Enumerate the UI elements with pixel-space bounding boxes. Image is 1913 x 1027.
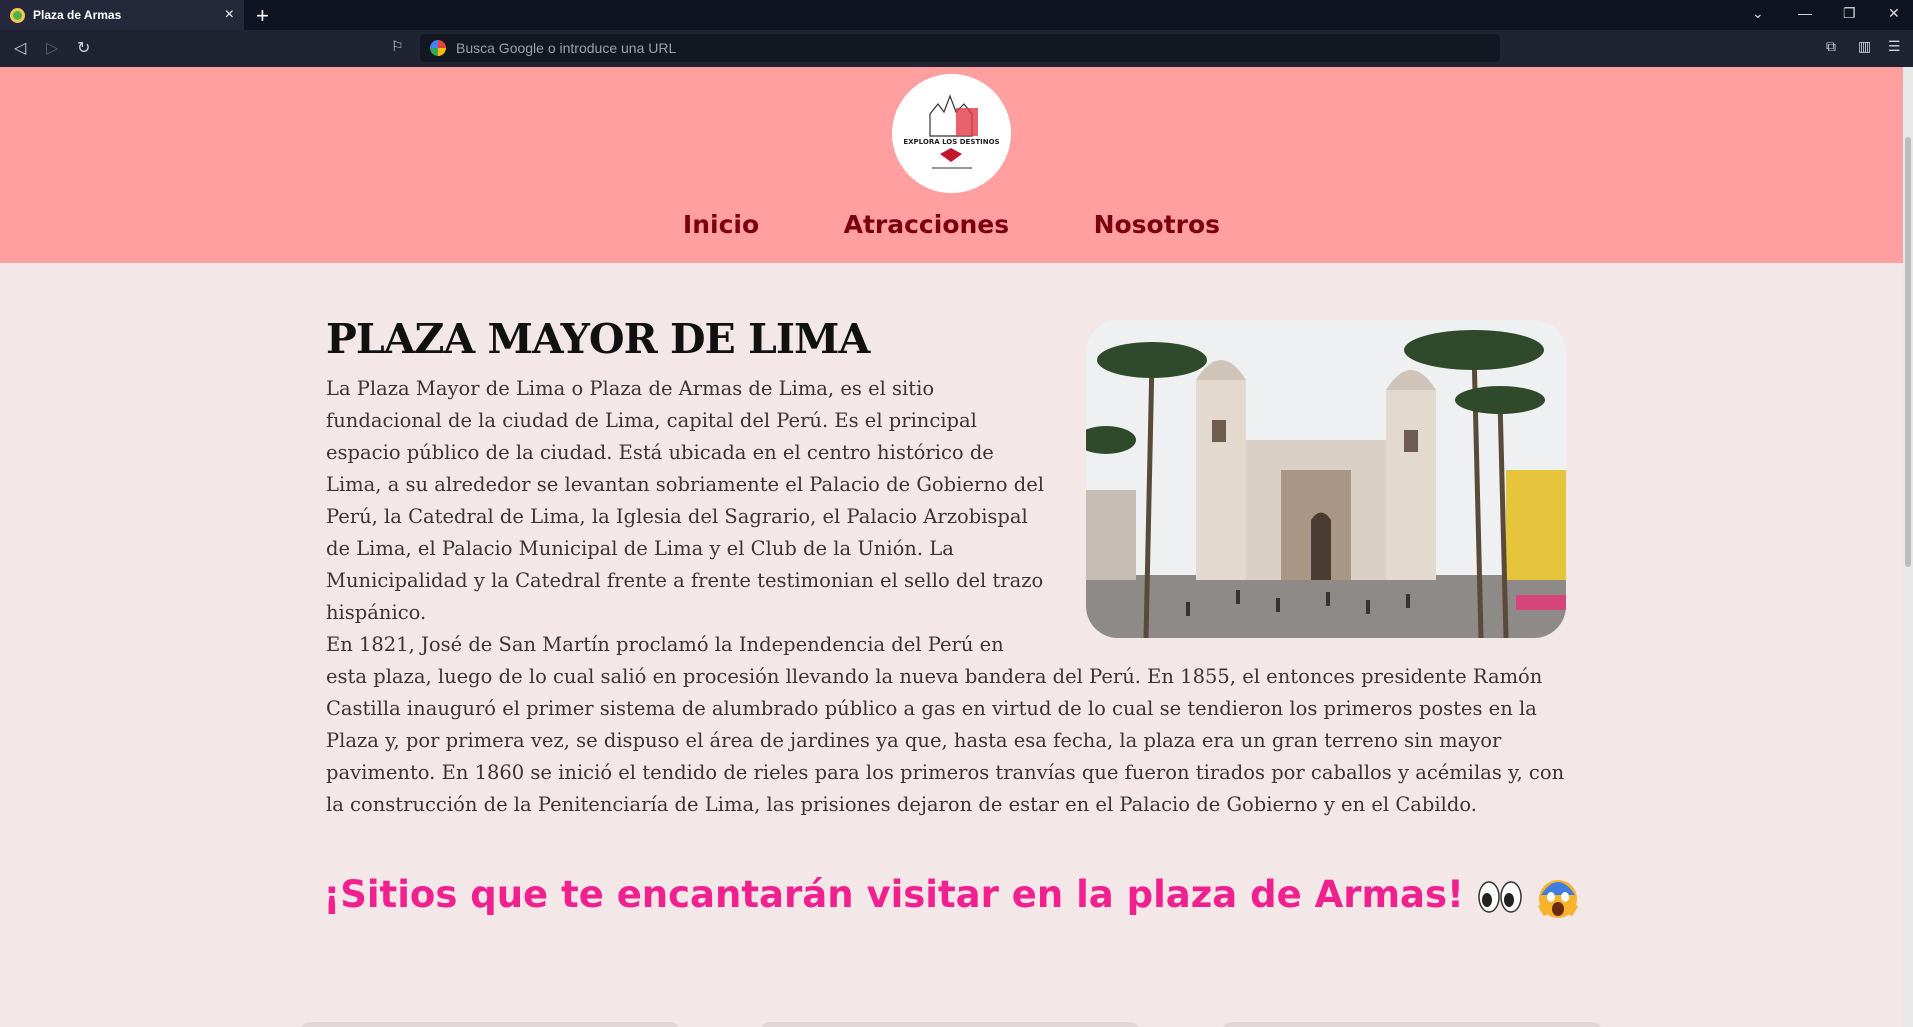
article: PLAZA MAYOR DE LIMA La Plaza Mayor de Li… bbox=[326, 315, 1566, 821]
favicon-icon bbox=[10, 7, 25, 23]
extensions-icon[interactable]: ⧉ bbox=[1826, 38, 1836, 55]
minimize-icon[interactable]: — bbox=[1798, 5, 1812, 21]
page-scrollbar[interactable] bbox=[1903, 67, 1913, 1027]
forward-icon[interactable]: ▷ bbox=[46, 38, 58, 58]
main-nav: Inicio Atracciones Nosotros bbox=[0, 210, 1903, 239]
sites-heading-text: ¡Sitios que te encantarán visitar en la … bbox=[323, 873, 1464, 916]
nav-nosotros[interactable]: Nosotros bbox=[1094, 210, 1221, 239]
browser-tab[interactable]: Plaza de Armas × bbox=[0, 0, 244, 30]
nav-atracciones[interactable]: Atracciones bbox=[844, 210, 1010, 239]
reload-icon[interactable]: ↻ bbox=[77, 38, 90, 58]
sites-heading: ¡Sitios que te encantarán visitar en la … bbox=[0, 873, 1903, 919]
back-icon[interactable]: ◁ bbox=[14, 38, 26, 58]
site-card[interactable] bbox=[300, 1022, 680, 1027]
bookmark-icon[interactable]: ⚐ bbox=[391, 38, 404, 55]
site-logo[interactable]: EXPLORA LOS DESTINOS bbox=[892, 74, 1011, 193]
eyes-icon bbox=[1478, 880, 1522, 913]
page-viewport: EXPLORA LOS DESTINOS Inicio Atracciones … bbox=[0, 67, 1903, 1027]
browser-tab-bar: Plaza de Armas × + ⌄ — ❐ ✕ bbox=[0, 0, 1913, 30]
cathedral-illustration bbox=[1086, 320, 1566, 638]
nav-inicio[interactable]: Inicio bbox=[683, 210, 759, 239]
close-window-icon[interactable]: ✕ bbox=[1888, 5, 1900, 22]
new-tab-icon[interactable]: + bbox=[256, 3, 269, 29]
restore-icon[interactable]: ❐ bbox=[1843, 5, 1856, 22]
logo-text: EXPLORA LOS DESTINOS bbox=[903, 138, 999, 146]
article-paragraph-2: En 1821, José de San Martín proclamó la … bbox=[326, 633, 1565, 816]
tab-list-icon[interactable]: ⌄ bbox=[1752, 5, 1764, 22]
logo-image: EXPLORA LOS DESTINOS bbox=[892, 74, 1011, 193]
screaming-face-icon bbox=[1537, 879, 1578, 918]
cathedral-photo bbox=[1086, 320, 1566, 638]
browser-toolbar: ◁ ▷ ↻ ⚐ ⧉ ▥ ☰ bbox=[0, 30, 1913, 67]
site-card[interactable] bbox=[760, 1022, 1140, 1027]
google-icon bbox=[430, 40, 446, 56]
close-tab-icon[interactable]: × bbox=[225, 6, 234, 24]
url-input[interactable] bbox=[456, 40, 1356, 56]
tab-title: Plaza de Armas bbox=[33, 8, 122, 22]
sidebar-icon[interactable]: ▥ bbox=[1858, 38, 1871, 55]
site-header: EXPLORA LOS DESTINOS Inicio Atracciones … bbox=[0, 67, 1903, 263]
site-card[interactable] bbox=[1222, 1022, 1602, 1027]
address-bar[interactable] bbox=[420, 34, 1500, 62]
scrollbar-thumb[interactable] bbox=[1905, 137, 1911, 567]
menu-icon[interactable]: ☰ bbox=[1888, 38, 1901, 55]
